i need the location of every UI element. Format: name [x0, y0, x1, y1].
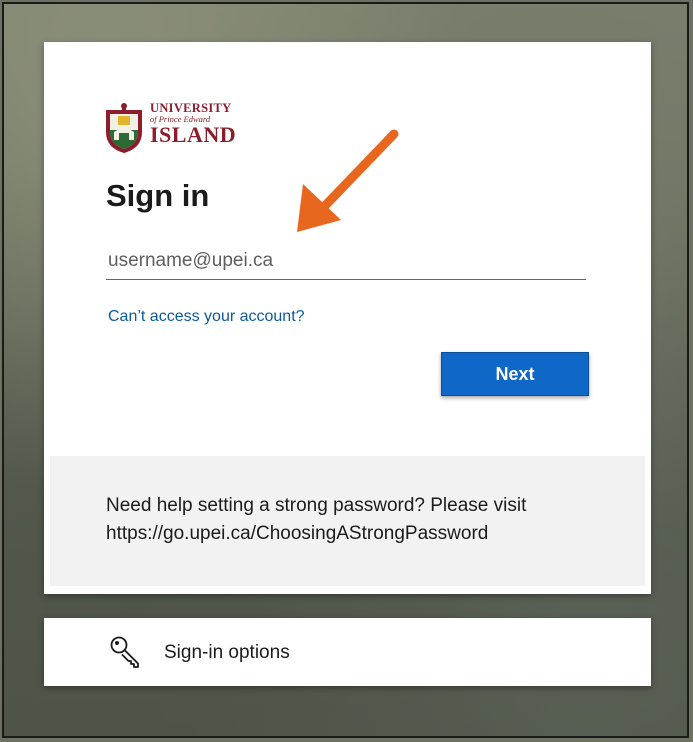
orange-arrow-icon	[297, 129, 399, 232]
help-text: Need help setting a strong password? Ple…	[106, 492, 626, 548]
help-line-1: Need help setting a strong password? Ple…	[106, 495, 527, 516]
next-button[interactable]: Next	[441, 352, 589, 396]
help-panel: Need help setting a strong password? Ple…	[50, 456, 645, 586]
logo-line-island: ISLAND	[150, 122, 237, 147]
upei-logo: UNIVERSITY of Prince Edward ISLAND	[104, 102, 236, 154]
background-frame: UNIVERSITY of Prince Edward ISLAND Sign …	[2, 2, 689, 738]
logo-wordmark: UNIVERSITY of Prince Edward ISLAND	[150, 102, 236, 146]
cant-access-account-link[interactable]: Can’t access your account?	[108, 308, 305, 326]
key-icon	[110, 636, 139, 668]
username-input[interactable]	[106, 242, 586, 280]
university-crest-icon	[106, 103, 142, 153]
signin-options-button[interactable]: Sign-in options	[44, 618, 651, 686]
help-url: https://go.upei.ca/ChoosingAStrongPasswo…	[106, 523, 489, 544]
page-title: Sign in	[106, 178, 210, 213]
signin-options-label: Sign-in options	[164, 642, 290, 663]
